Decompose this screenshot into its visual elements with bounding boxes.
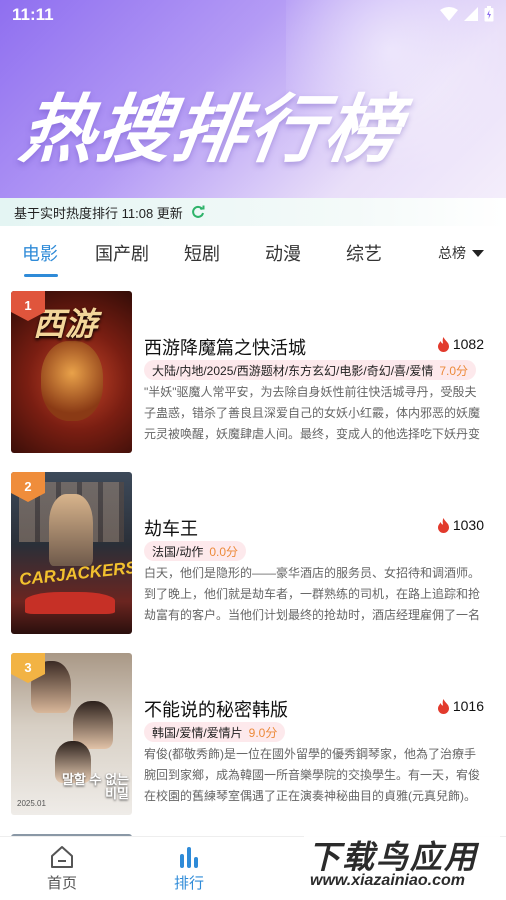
refresh-icon[interactable] bbox=[191, 205, 205, 219]
nav-ranking-label: 排行 bbox=[173, 875, 204, 892]
heat-count: 1082 bbox=[437, 336, 484, 352]
nav-home[interactable]: 首页 bbox=[22, 845, 102, 893]
update-status-text: 基于实时热度排行 11:08 更新 bbox=[14, 205, 183, 221]
poster-date: 2025.01 bbox=[17, 799, 46, 808]
item-title: 劫车王 bbox=[144, 519, 198, 539]
heat-count: 1016 bbox=[437, 698, 484, 714]
lead-actor-graphic bbox=[49, 494, 93, 566]
home-icon bbox=[51, 846, 73, 868]
list-item[interactable]: 말할 수 없는 비밀 2025.01 3 不能说的秘密韩版 1016 韩国/爱情… bbox=[0, 644, 506, 815]
bottom-navigation: 首页 排行 下载鸟应用 www.xiazainiao.com bbox=[0, 832, 506, 900]
wifi-icon bbox=[440, 7, 458, 21]
tab-variety[interactable]: 综艺 bbox=[346, 240, 382, 266]
heat-value: 1016 bbox=[452, 698, 484, 714]
tab-anime[interactable]: 动漫 bbox=[265, 240, 301, 266]
ranking-header: 11:11 热搜排行榜 bbox=[0, 0, 506, 200]
sort-label: 总榜 bbox=[438, 245, 466, 261]
nav-home-label: 首页 bbox=[46, 875, 77, 892]
poster-image: CARJACKERS 2 bbox=[11, 472, 132, 634]
category-tabs: 电影 国产剧 短剧 动漫 综艺 总榜 bbox=[0, 226, 506, 282]
nav-ranking[interactable]: 排行 bbox=[149, 845, 229, 893]
signal-icon bbox=[464, 7, 478, 21]
item-score: 9.0分 bbox=[248, 725, 278, 740]
status-bar: 11:11 bbox=[0, 0, 506, 30]
item-tags: 韩国/爱情/爱情片 bbox=[152, 725, 243, 740]
fire-icon bbox=[437, 517, 449, 533]
tag-line: 法国/动作 0.0分 bbox=[144, 541, 247, 561]
item-title: 不能说的秘密韩版 bbox=[144, 700, 288, 720]
heat-value: 1030 bbox=[452, 517, 484, 533]
tab-movie[interactable]: 电影 bbox=[22, 240, 58, 266]
car-graphic bbox=[25, 592, 115, 614]
item-description: "半妖"驱魔人常平安，为去除自身妖性前往快活城寻丹，受殷夫子蛊惑，错杀了善良且深… bbox=[144, 385, 481, 441]
heat-count: 1030 bbox=[437, 517, 484, 533]
update-status-bar: 基于实时热度排行 11:08 更新 bbox=[0, 198, 506, 226]
item-title: 西游降魔篇之快活城 bbox=[144, 338, 306, 358]
watermark-url: www.xiazainiao.com bbox=[310, 872, 466, 889]
active-tab-indicator bbox=[24, 274, 58, 277]
sort-dropdown[interactable]: 总榜 bbox=[438, 243, 484, 263]
poster-image: 말할 수 없는 비밀 2025.01 3 bbox=[11, 653, 132, 815]
item-tags: 法国/动作 bbox=[152, 544, 204, 559]
poster-image: 西游 1 bbox=[11, 291, 132, 453]
poster-title-art: 말할 수 없는 비밀 bbox=[61, 772, 129, 801]
fire-icon bbox=[437, 698, 449, 714]
page-title: 热搜排行榜 bbox=[15, 88, 407, 171]
status-icons bbox=[440, 6, 494, 22]
item-tags: 大陆/内地/2025/西游题材/东方玄幻/电影/奇幻/喜/爱情 bbox=[152, 363, 434, 378]
item-description: 白天，他们是隐形的——豪华酒店的服务员、女招待和调酒师。到了晚上，他们就是劫车者… bbox=[144, 566, 481, 622]
list-item[interactable]: CARJACKERS 2 劫车王 1030 法国/动作 0.0分 白天，他们是隐… bbox=[0, 463, 506, 634]
tag-line: 大陆/内地/2025/西游题材/东方玄幻/电影/奇幻/喜/爱情 7.0分 bbox=[144, 360, 477, 380]
chevron-down-icon bbox=[472, 249, 484, 257]
fire-icon bbox=[437, 336, 449, 352]
list-item[interactable]: 西游 1 西游降魔篇之快活城 1082 大陆/内地/2025/西游题材/东方玄幻… bbox=[0, 282, 506, 453]
battery-icon bbox=[484, 6, 494, 22]
tag-line: 韩国/爱情/爱情片 9.0分 bbox=[144, 722, 286, 742]
item-description: 宥俊(都敬秀飾)是一位在國外留學的優秀鋼琴家，他為了治療手腕回到家鄉，成為韓國一… bbox=[144, 747, 481, 803]
item-score: 0.0分 bbox=[209, 544, 239, 559]
watermark-logo: 下载鸟应用 www.xiazainiao.com bbox=[304, 832, 500, 894]
status-time: 11:11 bbox=[12, 5, 54, 24]
item-score: 7.0分 bbox=[439, 363, 469, 378]
heat-value: 1082 bbox=[452, 336, 484, 352]
ranking-icon bbox=[180, 847, 198, 868]
tab-short-drama[interactable]: 短剧 bbox=[184, 240, 220, 266]
tab-domestic-drama[interactable]: 国产剧 bbox=[95, 240, 149, 266]
monkey-face-graphic bbox=[41, 341, 103, 421]
